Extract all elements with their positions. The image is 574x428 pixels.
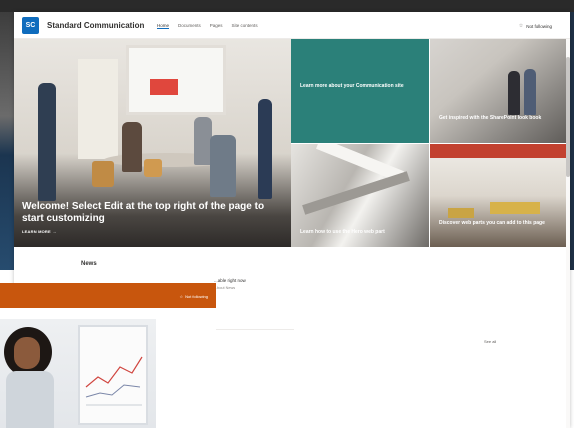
hero-main-title: Welcome! Select Edit at the top right of… [22,201,265,224]
architecture-image [302,171,410,215]
nav-item-site-contents[interactable]: Site contents [232,23,258,29]
second-site-header: ☆ Not following [0,283,216,308]
red-sign-image [150,79,178,95]
news-section-title: News [81,261,97,267]
chair-image [92,161,114,187]
hero-tile-label: Learn how to use the Hero web part [300,229,385,235]
nav-item-home[interactable]: Home [157,23,170,29]
background-window-edge [0,0,574,12]
background-window-edge [0,12,14,272]
ceiling-image [430,144,570,158]
person-body-image [6,371,54,428]
whiteboard-image [78,325,148,425]
hero-tile-label: Get inspired with the SharePoint look bo… [439,115,542,121]
person-image [508,71,520,115]
learn-more-link[interactable]: LEARN MORE → [22,229,56,234]
see-all-link[interactable]: See all [484,339,496,344]
news-item-title[interactable]: ...able right now [214,278,246,283]
follow-button[interactable]: ☆ Not following [519,23,552,29]
chart-sketch-icon [85,356,143,406]
site-header: SC Standard Communication Home Documents… [14,12,570,39]
person-image [210,135,236,197]
page-scrollbar-thumb[interactable] [566,57,570,177]
star-icon: ☆ [179,294,184,299]
hero-tile-label: Learn more about your Communication site [300,83,404,89]
hero-tile-web-parts[interactable]: Discover web parts you can add to this p… [430,144,570,247]
hero-main-tile[interactable]: Welcome! Select Edit at the top right of… [14,39,291,247]
nav-item-documents[interactable]: Documents [178,23,201,29]
person-image [524,69,536,115]
news-item-description: ...bout News [214,286,236,290]
site-navigation: Home Documents Pages Site contents [157,23,258,29]
follow-label: Not following [526,23,552,29]
hero-tile-label: Discover web parts you can add to this p… [439,220,545,226]
site-title[interactable]: Standard Communication [47,21,144,30]
hero-tile-hero-web-part[interactable]: Learn how to use the Hero web part [291,144,429,247]
couch-image [448,208,474,218]
person-face-image [14,337,40,369]
nav-item-pages[interactable]: Pages [210,23,223,29]
hero-tile-look-book[interactable]: Get inspired with the SharePoint look bo… [430,39,570,143]
whiteboard-image [78,59,118,159]
second-site-window: ☆ Not following [0,283,216,428]
site-logo[interactable]: SC [22,17,39,34]
hero-tile-communication-site[interactable]: Learn more about your Communication site [291,39,429,143]
presenter-image [0,319,156,428]
star-icon: ☆ [518,23,524,29]
person-image [38,83,56,201]
chair-image [144,159,162,177]
person-image [258,99,272,199]
person-image [122,122,142,172]
couch-image [490,202,540,214]
follow-label: Not following [185,294,208,299]
follow-button[interactable]: ☆ Not following [180,294,209,299]
